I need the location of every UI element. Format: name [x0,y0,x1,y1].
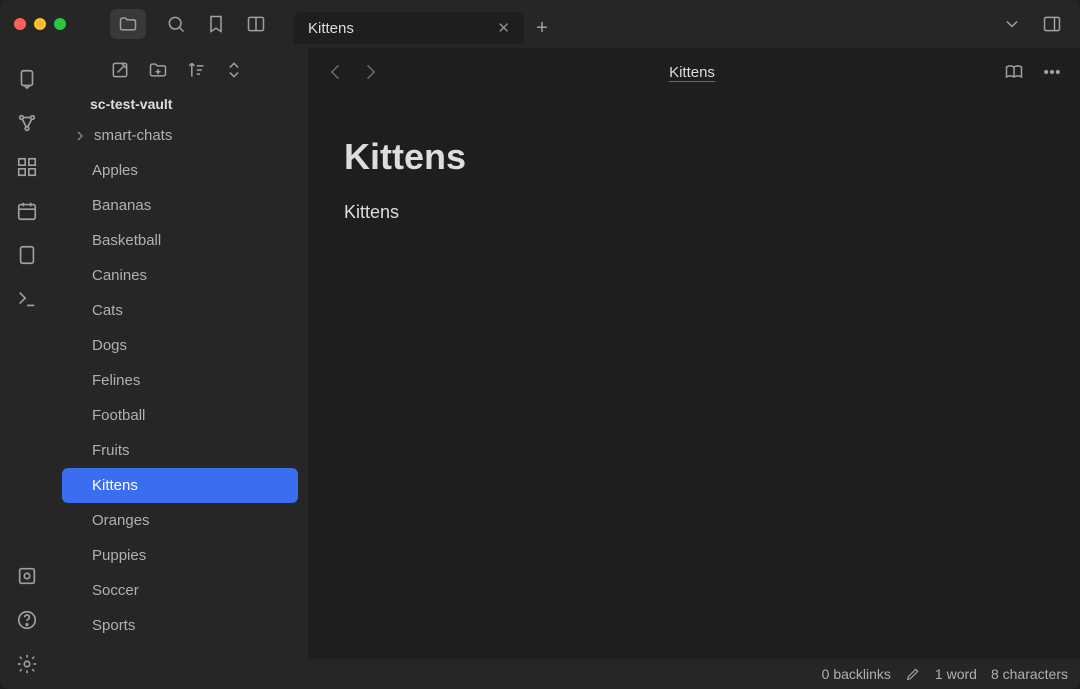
file-label: Fruits [92,442,130,459]
tab-label: Kittens [308,20,487,37]
file-item[interactable]: Bananas [62,188,298,223]
file-label: Soccer [92,582,139,599]
sort-icon[interactable] [186,60,206,80]
status-char-count[interactable]: 8 characters [991,666,1068,682]
quick-switcher-icon[interactable] [16,68,38,90]
search-icon[interactable] [166,14,186,34]
file-item[interactable]: Fruits [62,433,298,468]
help-icon[interactable] [16,609,38,631]
folder-label: smart-chats [94,127,172,144]
file-item[interactable]: Oranges [62,503,298,538]
reading-view-icon[interactable] [1004,62,1024,82]
reading-list-icon[interactable] [246,14,266,34]
new-folder-icon[interactable] [148,60,168,80]
file-item[interactable]: Canines [62,258,298,293]
file-item[interactable]: Cats [62,293,298,328]
status-backlinks[interactable]: 0 backlinks [822,666,891,682]
command-palette-icon[interactable] [16,288,38,310]
file-item[interactable]: Apples [62,153,298,188]
file-label: Canines [92,267,147,284]
chevron-down-icon[interactable] [1002,14,1022,34]
file-item[interactable]: Football [62,398,298,433]
close-icon[interactable]: ✕ [497,19,510,37]
file-label: Apples [92,162,138,179]
collapse-icon[interactable] [224,60,244,80]
window-close-button[interactable] [14,18,26,30]
file-label: Felines [92,372,140,389]
file-label: Basketball [92,232,161,249]
file-label: Dogs [92,337,127,354]
traffic-lights [0,18,80,30]
status-word-count[interactable]: 1 word [935,666,977,682]
nav-forward-icon[interactable] [360,62,380,82]
file-item[interactable]: Soccer [62,573,298,608]
nav-back-icon[interactable] [326,62,346,82]
file-explorer: sc-test-vault smart-chats Apples Bananas B… [54,48,308,689]
folder-smart-chats[interactable]: smart-chats [62,118,298,153]
tab-kittens[interactable]: Kittens ✕ [294,12,524,44]
pencil-icon[interactable] [905,666,921,682]
right-sidebar-toggle-icon[interactable] [1042,14,1062,34]
window-maximize-button[interactable] [54,18,66,30]
file-item[interactable]: Dogs [62,328,298,363]
note-content[interactable]: Kittens [344,202,1080,223]
new-note-icon[interactable] [110,60,130,80]
note-title[interactable]: Kittens [344,136,1080,178]
file-label: Cats [92,302,123,319]
breadcrumb[interactable]: Kittens [380,64,1004,81]
more-options-icon[interactable] [1042,62,1062,82]
file-item[interactable]: Sports [62,608,298,643]
file-item[interactable]: Puppies [62,538,298,573]
graph-icon[interactable] [16,112,38,134]
file-label: Kittens [92,477,138,494]
file-label: Bananas [92,197,151,214]
file-tree: smart-chats Apples Bananas Basketball Canin… [62,118,298,643]
status-bar: 0 backlinks 1 word 8 characters [308,659,1080,689]
file-label: Oranges [92,512,150,529]
window-minimize-button[interactable] [34,18,46,30]
vault-icon[interactable] [16,565,38,587]
files-icon[interactable] [110,9,146,39]
file-label: Puppies [92,547,146,564]
editor-pane: Kittens Kittens Kittens 0 backlinks [308,48,1080,689]
file-item[interactable]: Kittens [62,468,298,503]
settings-icon[interactable] [16,653,38,675]
file-label: Football [92,407,145,424]
left-ribbon [0,48,54,689]
bookmark-icon[interactable] [206,14,226,34]
daily-note-icon[interactable] [16,200,38,222]
titlebar: Kittens ✕ + [0,0,1080,48]
templates-icon[interactable] [16,244,38,266]
vault-title: sc-test-vault [62,92,298,118]
file-item[interactable]: Basketball [62,223,298,258]
new-tab-button[interactable]: + [524,12,560,44]
file-label: Sports [92,617,135,634]
file-item[interactable]: Felines [62,363,298,398]
tabs: Kittens ✕ + [294,4,560,44]
canvas-icon[interactable] [16,156,38,178]
